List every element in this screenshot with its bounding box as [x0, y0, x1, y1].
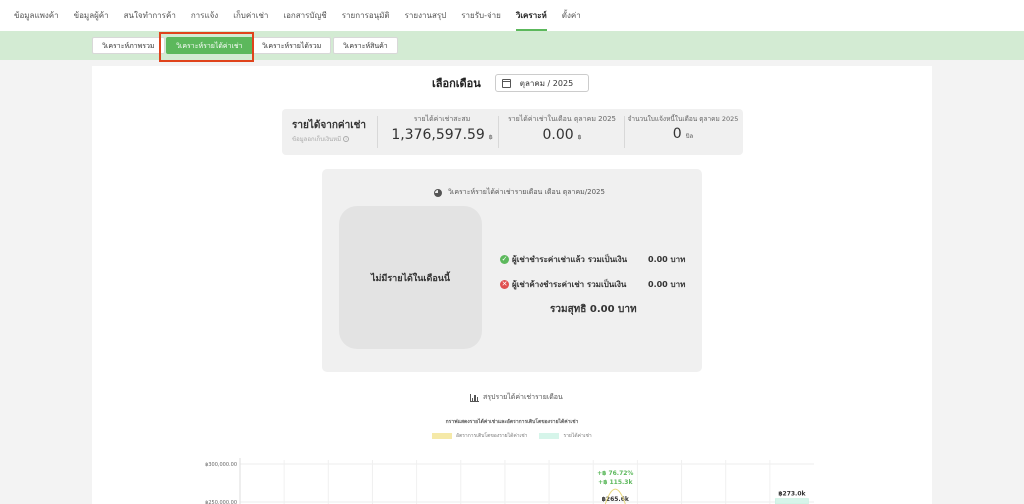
y-tick-label: ฿250,000.00 [205, 500, 237, 504]
nav-item-6[interactable]: รายการอนุมัติ [342, 0, 390, 31]
nav-item-3[interactable]: การแจ้ง [191, 0, 218, 31]
nav-item-8[interactable]: รายรับ-จ่าย [461, 0, 501, 31]
sub-navigation: วิเคราะห์ภาพรวม วิเคราะห์รายได้ค่าเช่า ว… [0, 31, 1024, 60]
highlight-annotation [159, 32, 254, 62]
subtab-total-income[interactable]: วิเคราะห์รายได้รวม [252, 37, 332, 54]
nav-item-5[interactable]: เอกสารบัญชี [283, 0, 326, 31]
nav-item-2[interactable]: สนใจทำการค้า [124, 0, 176, 31]
nav-item-7[interactable]: รายงานสรุป [405, 0, 447, 31]
nav-item-4[interactable]: เก็บค่าเช่า [233, 0, 268, 31]
nav-item-0[interactable]: ข้อมูลแพงค้า [14, 0, 59, 31]
bar-label: ฿273.0k [778, 491, 806, 498]
growth-annotation: +฿ 115.3k [598, 479, 633, 486]
nav-item-9[interactable]: วิเคราะห์ [515, 0, 547, 31]
y-tick-label: ฿300,000.00 [205, 462, 237, 468]
bar [775, 498, 809, 504]
income-chart: ฿300,000.00฿250,000.00฿265.6k฿248.5k฿273… [205, 458, 814, 504]
subtab-overview[interactable]: วิเคราะห์ภาพรวม [92, 37, 165, 54]
nav-item-10[interactable]: ตั้งค่า [562, 0, 581, 31]
main-card: เลือกเดือน ตุลาคม / 2025 รายได้จากค่าเช่… [92, 66, 932, 504]
subtab-products[interactable]: วิเคราะห์สินค้า [333, 37, 398, 54]
growth-annotation: +฿ 76.72% [597, 470, 633, 477]
nav-item-1[interactable]: ข้อมูลผู้ค้า [74, 0, 109, 31]
top-navigation: ข้อมูลแพงค้า ข้อมูลผู้ค้า สนใจทำการค้า การแ… [0, 0, 1024, 31]
